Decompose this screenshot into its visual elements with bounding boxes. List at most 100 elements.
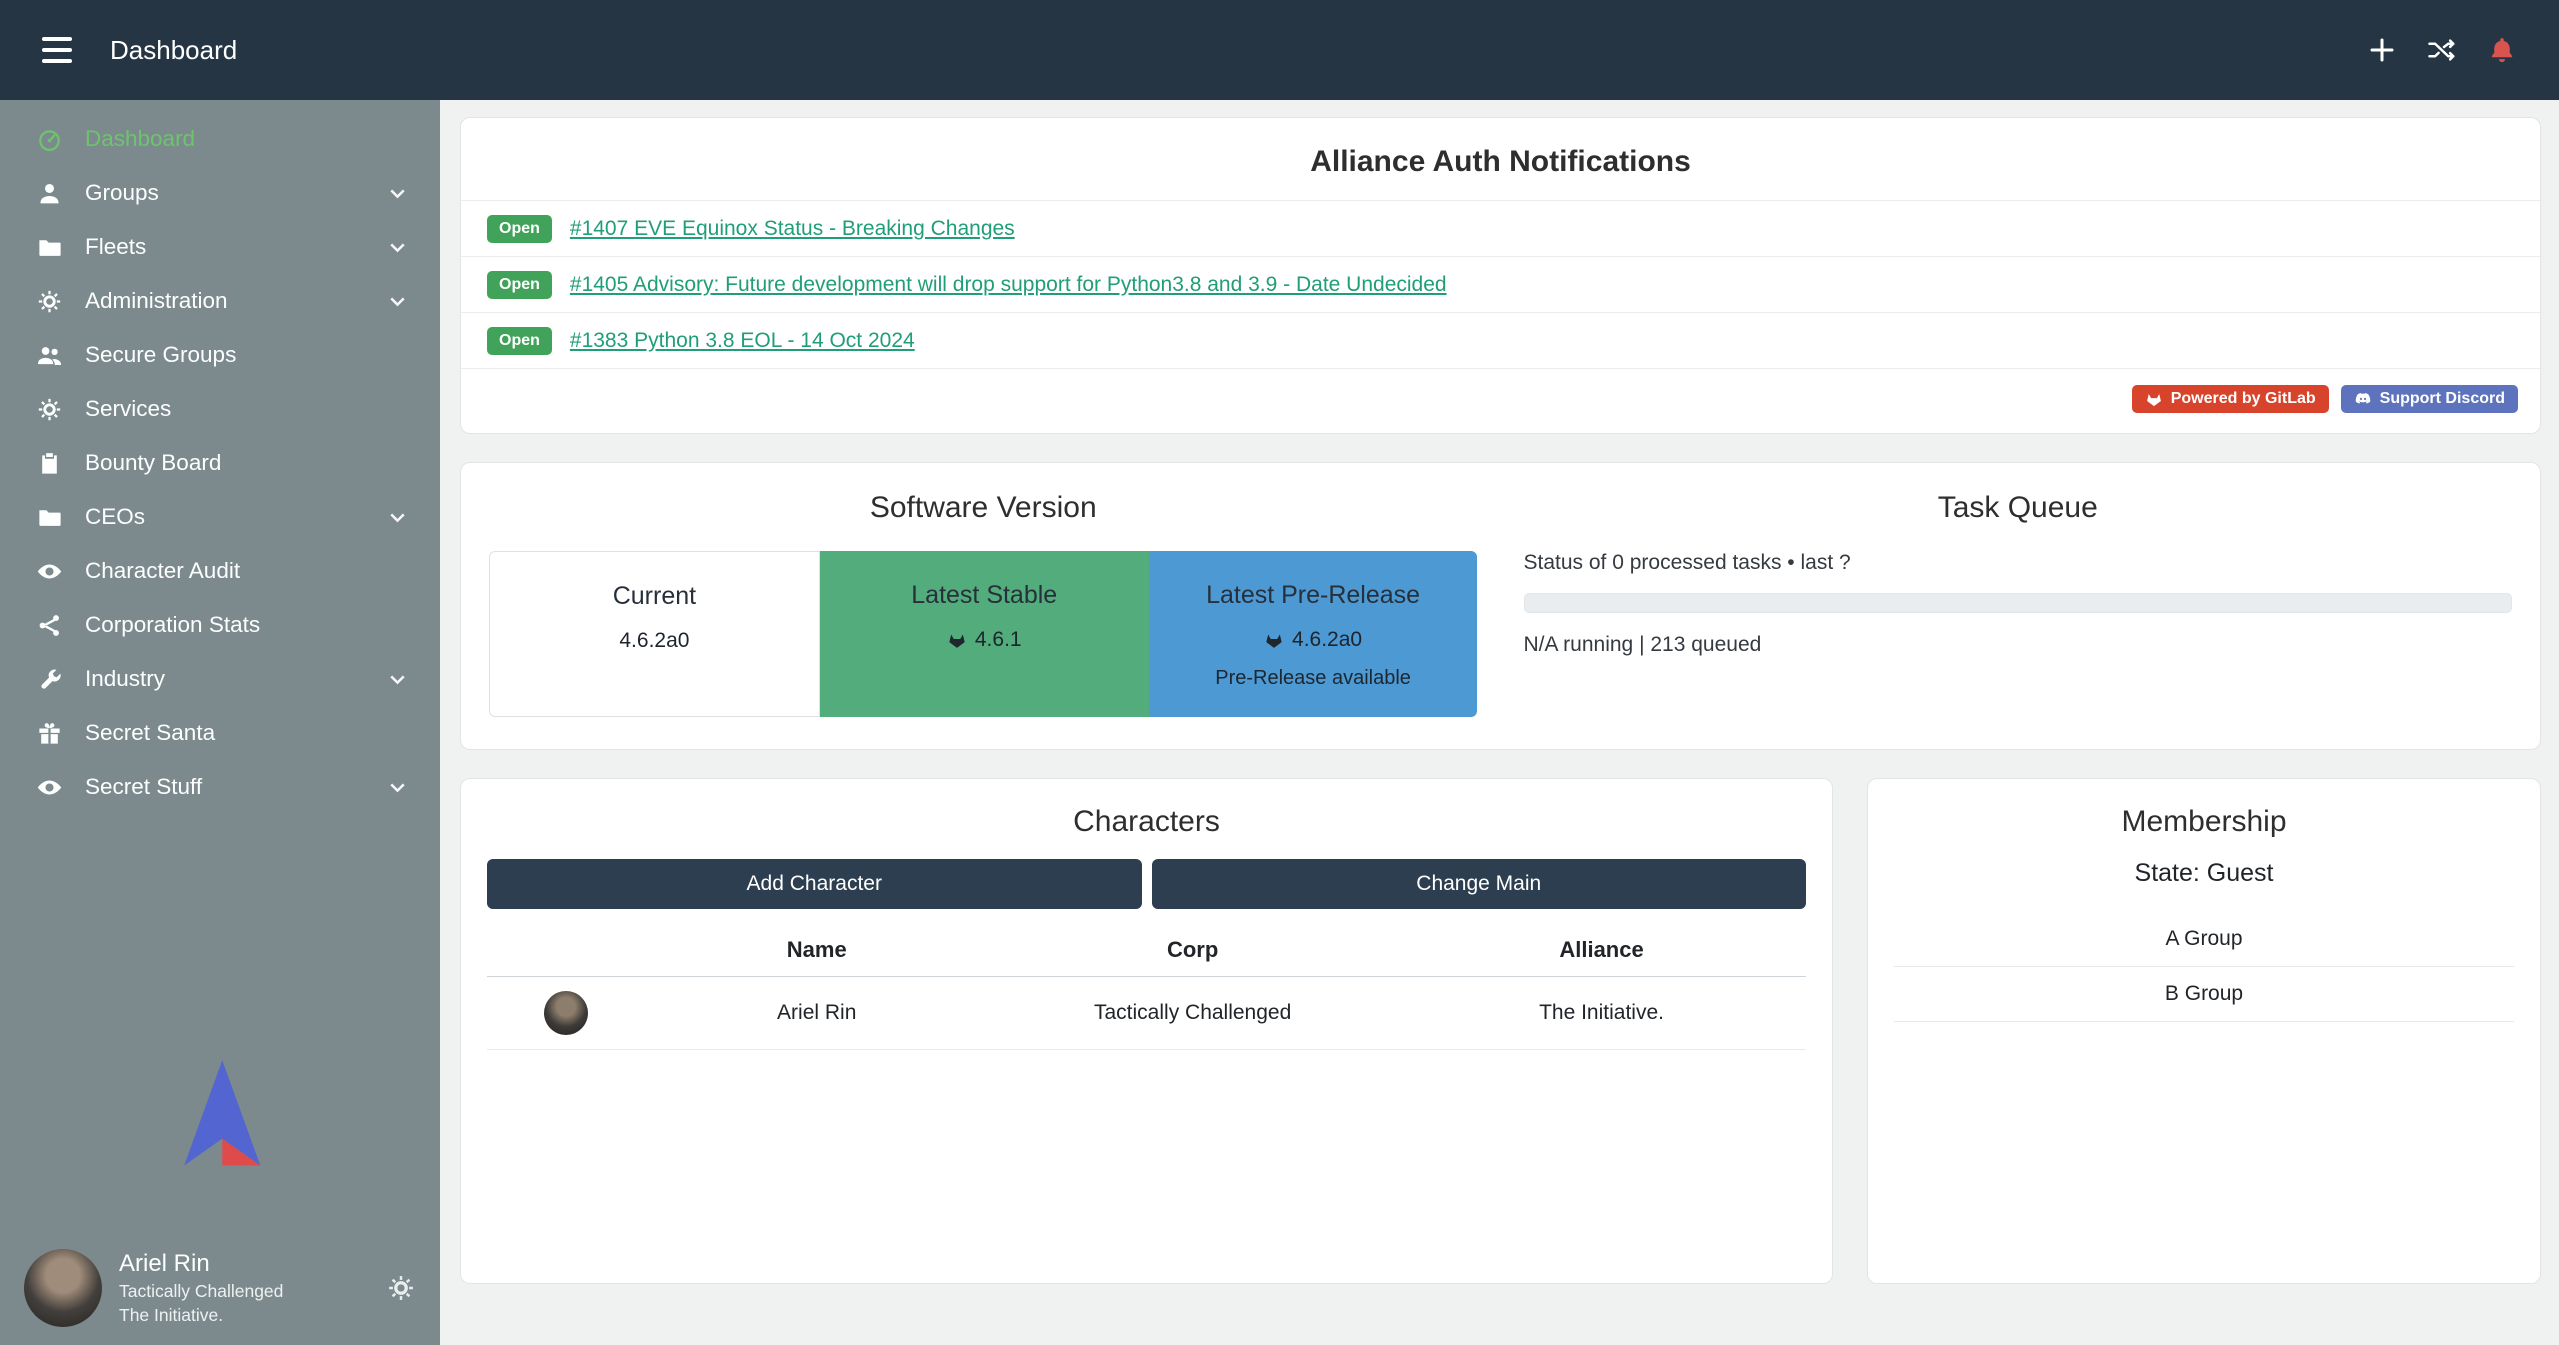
notification-row: Open #1383 Python 3.8 EOL - 14 Oct 2024 <box>461 313 2540 369</box>
software-version-section: Software Version Current 4.6.2a0 Latest … <box>489 491 1478 717</box>
sidebar-item-industry[interactable]: Industry <box>0 652 440 706</box>
characters-card: Characters Add Character Change Main Nam… <box>460 778 1833 1284</box>
sidebar-item-secret-santa[interactable]: Secret Santa <box>0 706 440 760</box>
sidebar-item-groups[interactable]: Groups <box>0 166 440 220</box>
characters-buttons: Add Character Change Main <box>487 859 1806 909</box>
notification-link[interactable]: #1407 EVE Equinox Status - Breaking Chan… <box>570 217 1015 241</box>
version-label: Latest Pre-Release <box>1159 581 1468 610</box>
sidebar-item-administration[interactable]: Administration <box>0 274 440 328</box>
gears-icon <box>36 288 63 315</box>
table-row[interactable]: Ariel Rin Tactically Challenged The Init… <box>487 977 1806 1050</box>
status-badge: Open <box>487 327 552 355</box>
sidebar-item-label: Character Audit <box>85 558 240 584</box>
sidebar-item-fleets[interactable]: Fleets <box>0 220 440 274</box>
alliance-column-header: Alliance <box>1397 927 1806 977</box>
sidebar-item-corporation-stats[interactable]: Corporation Stats <box>0 598 440 652</box>
gift-icon <box>36 720 63 747</box>
membership-card: Membership State: Guest A Group B Group <box>1867 778 2541 1284</box>
chevron-down-icon <box>385 775 410 800</box>
version-label: Latest Stable <box>830 581 1139 610</box>
bell-icon[interactable] <box>2487 35 2517 65</box>
sidebar-item-services[interactable]: Services <box>0 382 440 436</box>
folder-icon <box>36 504 63 531</box>
bottom-row: Characters Add Character Change Main Nam… <box>460 778 2541 1284</box>
notification-row: Open #1405 Advisory: Future development … <box>461 257 2540 313</box>
sidebar-item-bounty-board[interactable]: Bounty Board <box>0 436 440 490</box>
version-prerelease: Latest Pre-Release 4.6.2a0 Pre-Release a… <box>1149 551 1478 717</box>
alliance-logo <box>164 1053 276 1175</box>
folder-icon <box>36 234 63 261</box>
main-content: Alliance Auth Notifications Open #1407 E… <box>440 100 2559 1345</box>
user-avatar <box>24 1249 102 1327</box>
sidebar-item-label: Corporation Stats <box>85 612 260 638</box>
characters-table: Name Corp Alliance Ariel Rin Tactically … <box>487 927 1806 1050</box>
sidebar-item-label: CEOs <box>85 504 145 530</box>
gitlab-icon <box>947 630 967 650</box>
chevron-down-icon <box>385 667 410 692</box>
eye-icon <box>36 774 63 801</box>
name-column-header: Name <box>645 927 988 977</box>
sidebar-item-dashboard[interactable]: Dashboard <box>0 112 440 166</box>
prerelease-note: Pre-Release available <box>1159 667 1468 690</box>
sidebar-item-label: Dashboard <box>85 126 195 152</box>
shuffle-icon[interactable] <box>2427 35 2457 65</box>
sidebar-item-character-audit[interactable]: Character Audit <box>0 544 440 598</box>
sidebar-item-label: Administration <box>85 288 228 314</box>
notification-link[interactable]: #1405 Advisory: Future development will … <box>570 273 1447 297</box>
eye-icon <box>36 558 63 585</box>
user-alliance: The Initiative. <box>119 1305 283 1326</box>
user-corp: Tactically Challenged <box>119 1281 283 1302</box>
status-badge: Open <box>487 271 552 299</box>
chevron-down-icon <box>385 235 410 260</box>
group-row: A Group <box>1894 912 2514 967</box>
task-queue-section: Task Queue Status of 0 processed tasks •… <box>1524 491 2513 717</box>
sidebar-item-label: Fleets <box>85 234 146 260</box>
top-navbar: Dashboard <box>0 0 2559 100</box>
corp-column-header: Corp <box>988 927 1397 977</box>
speedometer-icon <box>36 126 63 153</box>
chevron-down-icon <box>385 289 410 314</box>
character-avatar <box>544 991 588 1035</box>
sidebar-item-secret-stuff[interactable]: Secret Stuff <box>0 760 440 814</box>
avatar-column-header <box>487 927 645 977</box>
notifications-footer: Powered by GitLab Support Discord <box>461 369 2540 433</box>
gitlab-badge[interactable]: Powered by GitLab <box>2132 385 2329 413</box>
character-name: Ariel Rin <box>645 977 988 1050</box>
gears-icon <box>36 396 63 423</box>
character-corp: Tactically Challenged <box>988 977 1397 1050</box>
page-title: Dashboard <box>110 35 237 66</box>
wrench-icon <box>36 666 63 693</box>
navbar-actions <box>2367 35 2517 65</box>
notifications-title: Alliance Auth Notifications <box>461 118 2540 201</box>
status-card: Software Version Current 4.6.2a0 Latest … <box>460 462 2541 750</box>
sidebar-item-label: Secure Groups <box>85 342 236 368</box>
discord-badge[interactable]: Support Discord <box>2341 385 2518 413</box>
version-current: Current 4.6.2a0 <box>489 551 820 717</box>
menu-icon[interactable] <box>42 37 72 63</box>
sidebar-item-ceos[interactable]: CEOs <box>0 490 440 544</box>
change-main-button[interactable]: Change Main <box>1152 859 1807 909</box>
plus-icon[interactable] <box>2367 35 2397 65</box>
notification-row: Open #1407 EVE Equinox Status - Breaking… <box>461 201 2540 257</box>
sidebar-item-label: Bounty Board <box>85 450 221 476</box>
clipboard-icon <box>36 450 63 477</box>
software-version-title: Software Version <box>489 491 1478 525</box>
sidebar-item-label: Industry <box>85 666 165 692</box>
sidebar-nav: Dashboard Groups Fleets Ad <box>0 100 440 814</box>
task-queue-status: Status of 0 processed tasks • last ? <box>1524 551 2513 575</box>
share-icon <box>36 612 63 639</box>
sidebar-item-label: Services <box>85 396 171 422</box>
gitlab-icon <box>2145 390 2163 408</box>
sidebar-item-secure-groups[interactable]: Secure Groups <box>0 328 440 382</box>
task-queue-progressbar <box>1524 593 2513 613</box>
settings-gear-icon[interactable] <box>386 1273 416 1303</box>
gitlab-icon <box>1264 630 1284 650</box>
sidebar-item-label: Secret Stuff <box>85 774 202 800</box>
sidebar: Dashboard Groups Fleets Ad <box>0 100 440 1345</box>
characters-title: Characters <box>487 805 1806 839</box>
task-queue-summary: N/A running | 213 queued <box>1524 633 2513 657</box>
notification-link[interactable]: #1383 Python 3.8 EOL - 14 Oct 2024 <box>570 329 915 353</box>
user-meta: Ariel Rin Tactically Challenged The Init… <box>119 1250 283 1326</box>
membership-title: Membership <box>1894 805 2514 839</box>
add-character-button[interactable]: Add Character <box>487 859 1142 909</box>
